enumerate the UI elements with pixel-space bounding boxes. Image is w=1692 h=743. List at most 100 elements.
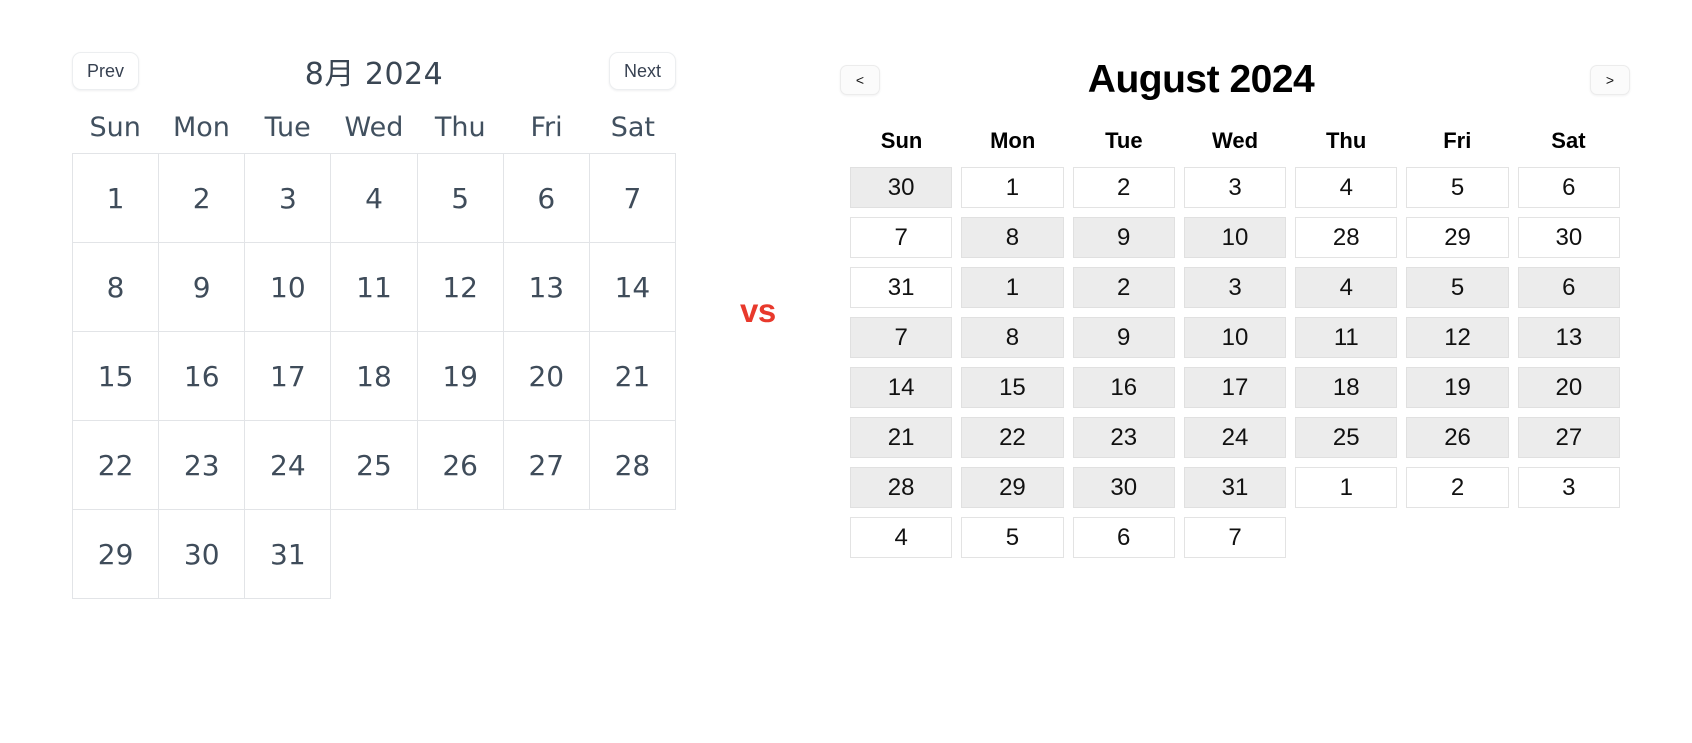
calendar-comparison-stage: Prev 8月 2024 Next Sun Mon Tue Wed Thu Fr… (0, 0, 1692, 743)
right-day-cell[interactable]: 9 (1072, 217, 1175, 258)
right-day-cell[interactable]: 16 (1072, 367, 1175, 408)
left-day-cell[interactable]: 11 (331, 243, 418, 332)
right-day-cell[interactable]: 3 (1183, 267, 1287, 308)
left-day-cell[interactable]: 15 (73, 332, 160, 421)
right-day-cell[interactable]: 18 (1295, 367, 1398, 408)
left-day-cell[interactable]: 29 (73, 510, 160, 599)
right-day-cell[interactable]: 1 (961, 267, 1064, 308)
right-day-cell[interactable]: 30 (1072, 467, 1175, 508)
left-day-cell[interactable]: 3 (245, 154, 332, 243)
right-day-cell[interactable]: 22 (961, 417, 1064, 458)
left-day-cell[interactable]: 7 (589, 154, 676, 243)
right-day-cell[interactable]: 7 (1183, 517, 1287, 558)
left-day-cell[interactable]: 24 (245, 421, 332, 510)
right-day-cell[interactable]: 7 (850, 317, 953, 358)
left-day-cell[interactable]: 22 (73, 421, 160, 510)
right-day-cell[interactable]: 4 (1295, 267, 1398, 308)
right-day-cell[interactable]: 5 (1406, 267, 1509, 308)
right-day-cell[interactable]: 13 (1517, 317, 1620, 358)
left-day-cell[interactable]: 25 (331, 421, 418, 510)
left-day-cell[interactable]: 12 (417, 243, 504, 332)
left-day-cell[interactable]: 23 (159, 421, 246, 510)
right-day-cell[interactable]: 17 (1183, 367, 1287, 408)
left-day-cell[interactable]: 16 (159, 332, 246, 421)
left-day-cell[interactable]: 8 (73, 243, 160, 332)
left-day-cell[interactable]: 4 (331, 154, 418, 243)
right-day-cell[interactable]: 10 (1183, 217, 1287, 258)
right-day-cell[interactable]: 1 (1295, 467, 1398, 508)
right-day-cell[interactable]: 31 (1183, 467, 1287, 508)
right-day-cell[interactable]: 2 (1406, 467, 1509, 508)
right-weekday-sat: Sat (1551, 128, 1586, 153)
left-day-cell[interactable]: 27 (503, 421, 590, 510)
right-day-cell[interactable]: 8 (961, 317, 1064, 358)
left-day-cell[interactable]: 26 (417, 421, 504, 510)
left-day-cell-empty (331, 510, 418, 599)
right-day-cell[interactable]: 4 (850, 517, 953, 558)
left-weekday-sat: Sat (610, 112, 655, 143)
right-day-cell[interactable]: 20 (1517, 367, 1620, 408)
right-day-cell[interactable]: 28 (1295, 217, 1398, 258)
left-day-cell[interactable]: 13 (503, 243, 590, 332)
right-day-cell[interactable]: 3 (1517, 467, 1620, 508)
right-day-cell[interactable]: 29 (961, 467, 1064, 508)
right-day-cell[interactable]: 2 (1072, 167, 1175, 208)
right-day-cell[interactable]: 27 (1517, 417, 1620, 458)
left-day-cell[interactable]: 28 (589, 421, 676, 510)
left-prev-button[interactable]: Prev (72, 52, 140, 90)
left-day-cell[interactable]: 2 (159, 154, 246, 243)
right-day-cell[interactable]: 12 (1406, 317, 1509, 358)
right-day-cell[interactable]: 6 (1517, 267, 1620, 308)
right-day-cell[interactable]: 6 (1072, 517, 1175, 558)
left-day-cell[interactable]: 21 (589, 332, 676, 421)
left-day-cell[interactable]: 19 (417, 332, 504, 421)
left-calendar-grid: 1 2 3 4 5 6 7 8 9 10 11 12 13 14 15 16 17 18 19 20 21 22 23 24 2… (72, 153, 676, 599)
right-day-cell[interactable]: 4 (1295, 167, 1398, 208)
right-day-cell[interactable]: 30 (850, 167, 953, 208)
left-day-cell[interactable]: 17 (245, 332, 332, 421)
left-day-cell[interactable]: 14 (589, 243, 676, 332)
left-day-cell[interactable]: 6 (503, 154, 590, 243)
right-day-cell[interactable]: 23 (1072, 417, 1175, 458)
right-day-cell[interactable]: 7 (850, 217, 953, 258)
left-next-button[interactable]: Next (608, 52, 676, 90)
right-day-cell[interactable]: 29 (1406, 217, 1509, 258)
right-day-cell[interactable]: 8 (961, 217, 1064, 258)
left-day-cell[interactable]: 10 (245, 243, 332, 332)
right-day-cell[interactable]: 30 (1517, 217, 1620, 258)
right-day-cell[interactable]: 10 (1183, 317, 1287, 358)
left-weekday-wed: Wed (344, 112, 404, 143)
left-day-cell[interactable]: 9 (159, 243, 246, 332)
right-day-cell[interactable]: 14 (850, 367, 953, 408)
left-calendar: Prev 8月 2024 Next Sun Mon Tue Wed Thu Fr… (72, 48, 676, 599)
right-next-button[interactable]: > (1590, 65, 1630, 95)
right-weekday-thu: Thu (1325, 128, 1367, 153)
left-day-cell-empty (503, 510, 590, 599)
right-day-cell[interactable]: 6 (1517, 167, 1620, 208)
left-day-cell[interactable]: 31 (245, 510, 332, 599)
right-day-cell[interactable]: 28 (850, 467, 953, 508)
right-grid-wrapper: Sun Mon Tue Wed Thu Fri Sat 30 1 2 3 4 5 6 7 8 9 1… (840, 128, 1630, 558)
right-day-cell[interactable]: 5 (1406, 167, 1509, 208)
right-day-cell[interactable]: 31 (850, 267, 953, 308)
right-day-cell[interactable]: 21 (850, 417, 953, 458)
left-weekday-tue: Tue (264, 112, 311, 143)
left-day-cell[interactable]: 18 (331, 332, 418, 421)
right-day-cell[interactable]: 3 (1183, 167, 1287, 208)
right-day-cell[interactable]: 19 (1406, 367, 1509, 408)
right-day-cell[interactable]: 11 (1295, 317, 1398, 358)
right-day-cell[interactable]: 5 (961, 517, 1064, 558)
left-day-cell[interactable]: 1 (73, 154, 160, 243)
right-day-cell[interactable]: 15 (961, 367, 1064, 408)
right-day-cell[interactable]: 2 (1072, 267, 1175, 308)
right-day-cell[interactable]: 1 (961, 167, 1064, 208)
right-day-cell[interactable]: 9 (1072, 317, 1175, 358)
left-day-cell[interactable]: 5 (417, 154, 504, 243)
right-prev-button[interactable]: < (840, 65, 880, 95)
left-day-cell[interactable]: 20 (503, 332, 590, 421)
right-day-cell[interactable]: 25 (1295, 417, 1398, 458)
right-weekday-wed: Wed (1211, 128, 1259, 153)
right-day-cell[interactable]: 24 (1183, 417, 1287, 458)
right-day-cell[interactable]: 26 (1406, 417, 1509, 458)
left-day-cell[interactable]: 30 (159, 510, 246, 599)
